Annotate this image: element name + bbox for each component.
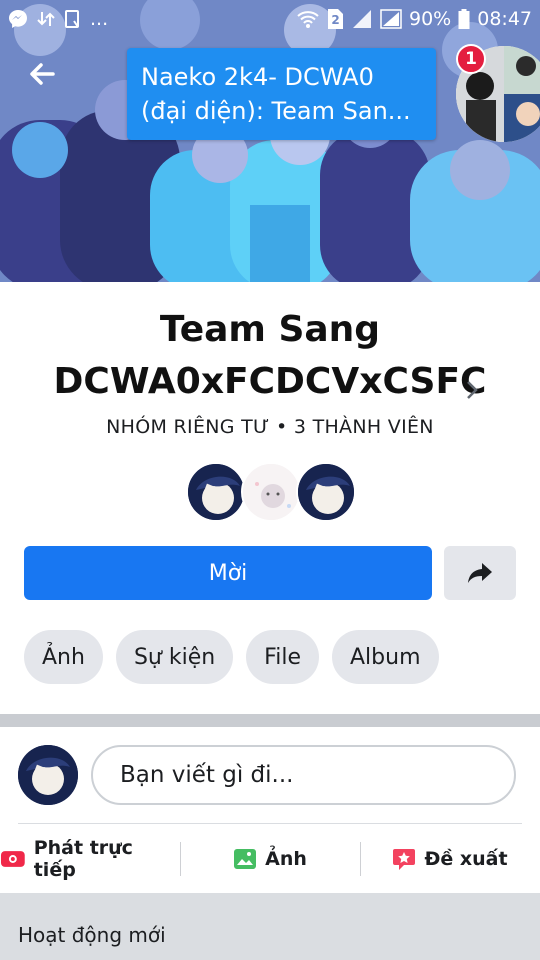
recommend-label: Đề xuất bbox=[424, 848, 508, 870]
live-video-button[interactable]: Phát trực tiếp bbox=[0, 834, 180, 884]
clock: 08:47 bbox=[477, 8, 532, 30]
composer-actions: Phát trực tiếp Ảnh Đề xuất bbox=[0, 834, 540, 884]
member-avatar[interactable] bbox=[186, 462, 246, 522]
live-video-label: Phát trực tiếp bbox=[33, 837, 133, 881]
user-avatar[interactable] bbox=[18, 745, 78, 805]
live-video-icon bbox=[0, 851, 25, 867]
signal-icon-1 bbox=[351, 9, 373, 29]
invite-button[interactable]: Mời bbox=[24, 546, 432, 600]
status-bar: ... 2 90% 08:47 bbox=[0, 0, 540, 38]
share-button[interactable] bbox=[444, 546, 516, 600]
member-avatar[interactable] bbox=[296, 462, 356, 522]
unread-badge: 1 bbox=[456, 44, 486, 74]
chip-photos[interactable]: Ảnh bbox=[24, 630, 103, 684]
chat-head-message-preview[interactable]: Naeko 2k4- DCWA0 (đại diện): Team San... bbox=[127, 48, 436, 140]
more-dots-icon: ... bbox=[90, 8, 109, 30]
member-avatar[interactable] bbox=[241, 462, 301, 522]
group-cover-photo[interactable]: ... 2 90% 08:47 bbox=[0, 0, 540, 282]
recent-activity-heading: Hoạt động mới bbox=[18, 923, 166, 947]
group-title-line-1: Team Sang bbox=[159, 309, 381, 350]
data-transfer-icon bbox=[36, 9, 56, 29]
share-arrow-icon bbox=[468, 563, 492, 583]
cover-illustration bbox=[0, 0, 540, 282]
photo-button[interactable]: Ảnh bbox=[180, 834, 360, 884]
post-composer-input[interactable]: Bạn viết gì đi... bbox=[91, 745, 516, 805]
chat-preview-line-2: (đại diện): Team San... bbox=[141, 97, 411, 125]
sim-2-icon: 2 bbox=[326, 8, 344, 30]
back-button[interactable] bbox=[24, 56, 60, 92]
chat-preview-line-1: Naeko 2k4- DCWA0 bbox=[141, 63, 374, 91]
chevron-right-icon[interactable] bbox=[462, 376, 482, 404]
signal-icon-2 bbox=[380, 9, 402, 29]
battery-percent: 90% bbox=[409, 8, 452, 30]
section-divider bbox=[0, 714, 540, 727]
composer-divider bbox=[18, 823, 522, 824]
messenger-icon bbox=[8, 9, 28, 29]
member-avatars[interactable] bbox=[186, 462, 356, 522]
wifi-icon bbox=[297, 9, 319, 29]
group-privacy-members[interactable]: NHÓM RIÊNG TƯ • 3 THÀNH VIÊN bbox=[0, 416, 540, 438]
group-title-line-2: DCWA0xFCDCVxCSFC bbox=[53, 361, 487, 402]
chip-files[interactable]: File bbox=[246, 630, 319, 684]
clipboard-icon bbox=[64, 9, 82, 29]
group-title[interactable]: Team Sang DCWA0xFCDCVxCSFC bbox=[0, 304, 540, 408]
battery-icon bbox=[458, 9, 470, 29]
chip-albums[interactable]: Album bbox=[332, 630, 439, 684]
chip-events[interactable]: Sự kiện bbox=[115, 630, 234, 684]
photo-icon bbox=[234, 849, 257, 869]
photo-label: Ảnh bbox=[265, 848, 307, 870]
recommend-button[interactable]: Đề xuất bbox=[360, 834, 540, 884]
svg-text:2: 2 bbox=[331, 13, 339, 27]
recommend-icon bbox=[393, 849, 416, 870]
back-arrow-icon bbox=[30, 63, 55, 85]
group-tabs: Ảnh Sự kiện File Album bbox=[24, 630, 439, 686]
